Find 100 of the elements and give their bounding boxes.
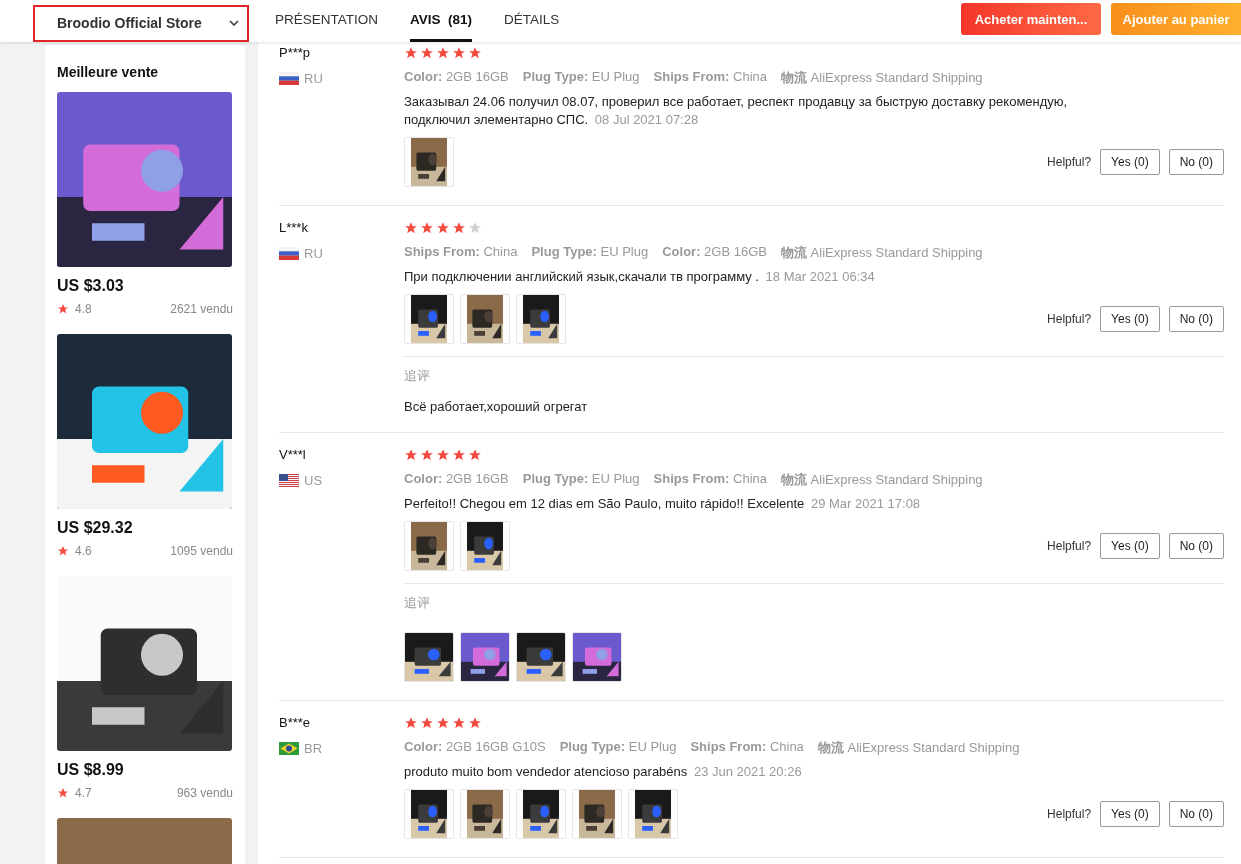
- helpful-label: Helpful?: [1047, 155, 1092, 169]
- no-button[interactable]: No (0): [1168, 801, 1224, 827]
- sidebar-title: Meilleure vente: [57, 64, 160, 80]
- star-icon: [468, 448, 482, 462]
- chevron-down-icon: [229, 20, 239, 26]
- attribute-text: 物流 AliExpress Standard Shipping: [781, 471, 983, 489]
- sold-count: 2621 vendu: [170, 302, 233, 316]
- flag-icon: [279, 742, 299, 755]
- star-icon: [452, 46, 466, 60]
- star-icon: [404, 46, 418, 60]
- no-button[interactable]: No (0): [1168, 149, 1224, 175]
- photo-thumbnail[interactable]: [460, 521, 510, 571]
- no-button[interactable]: No (0): [1168, 306, 1224, 332]
- star-icon: [420, 716, 434, 730]
- photo-thumbnail[interactable]: [404, 632, 454, 682]
- attribute-text: Ships From: China: [653, 69, 767, 86]
- star-icon: [420, 221, 434, 235]
- flag-icon: [279, 72, 299, 85]
- yes-button[interactable]: Yes (0): [1100, 149, 1160, 175]
- review-text: produto muito bom vendedor atencioso parabéns 23 Jun 2021 20:26: [404, 763, 803, 781]
- yes-button[interactable]: Yes (0): [1100, 306, 1160, 332]
- sold-count: 963 vendu: [176, 786, 233, 800]
- attribute-text: Ships From: China: [690, 739, 804, 756]
- photo-thumbnail[interactable]: [572, 632, 622, 682]
- country-code: RU: [304, 71, 323, 86]
- star-icon: [57, 303, 69, 315]
- yes-button[interactable]: Yes (0): [1100, 801, 1160, 827]
- photo-thumbnail[interactable]: [572, 789, 622, 839]
- country-code: US: [304, 473, 323, 488]
- product-rating: 4.8: [75, 302, 92, 316]
- photo-thumbnail[interactable]: [516, 789, 566, 839]
- store-selector[interactable]: Broodio Official Store: [33, 4, 249, 42]
- no-button[interactable]: No (0): [1168, 533, 1224, 559]
- attribute-text: 物流 AliExpress Standard Shipping: [781, 69, 983, 87]
- product-rating: 4.7: [75, 786, 92, 800]
- attribute-text: Color: 2GB 16GB: [404, 471, 509, 488]
- star-icon: [452, 716, 466, 730]
- product-price: US $8.99: [57, 761, 125, 779]
- attribute-text: 物流 AliExpress Standard Shipping: [817, 739, 1020, 757]
- star-icon: [57, 545, 69, 557]
- flag-icon: [279, 474, 299, 487]
- attribute-text: Color: 2GB 16GB G10S: [404, 739, 546, 756]
- photo-thumbnail[interactable]: [404, 294, 454, 344]
- review-text: Perfeito!! Chegou em 12 dias em São Paulo, muito rápido!! Excelente 29 Mar 2021 17:08: [404, 495, 922, 513]
- star-icon: [436, 448, 450, 462]
- photo-thumbnail[interactable]: [460, 294, 510, 344]
- star-icon: [404, 716, 418, 730]
- buy-now-button[interactable]: Acheter mainten...: [961, 3, 1101, 35]
- star-icon: [436, 46, 450, 60]
- reviewer-name: L***k: [279, 220, 309, 237]
- reviewer-name: P***p: [279, 45, 312, 62]
- photo-thumbnail[interactable]: [404, 137, 454, 187]
- photo-thumbnail[interactable]: [628, 789, 678, 839]
- photo-thumbnail[interactable]: [460, 789, 510, 839]
- helpful-label: Helpful?: [1047, 807, 1092, 821]
- followup-label: 追评: [404, 594, 431, 612]
- review-text: При подключении английский язык,скачали тв программу . 18 Mar 2021 06:34: [404, 268, 876, 286]
- sold-count: 1095 vendu: [170, 544, 233, 558]
- star-icon: [436, 716, 450, 730]
- country-code: BR: [304, 741, 323, 756]
- attribute-text: Color: 2GB 16GB: [662, 244, 767, 261]
- star-icon: [404, 448, 418, 462]
- photo-thumbnail[interactable]: [404, 521, 454, 571]
- product-price: US $3.03: [57, 277, 125, 295]
- star-icon: [420, 448, 434, 462]
- product-rating: 4.6: [75, 544, 92, 558]
- star-icon: [468, 221, 482, 235]
- country-code: RU: [304, 246, 323, 261]
- attribute-text: Ships From: China: [653, 471, 767, 488]
- attribute-text: Ships From: China: [404, 244, 518, 261]
- star-icon: [420, 46, 434, 60]
- reviewer-name: B***e: [279, 715, 312, 732]
- star-icon: [436, 221, 450, 235]
- star-icon: [468, 716, 482, 730]
- attribute-text: Plug Type: EU Plug: [531, 244, 649, 261]
- yes-button[interactable]: Yes (0): [1100, 533, 1160, 559]
- attribute-text: 物流 AliExpress Standard Shipping: [781, 244, 983, 262]
- followup-text: Всё работает,хороший огрегат: [404, 399, 589, 414]
- reviewer-name: V***l: [279, 447, 307, 464]
- photo-thumbnail[interactable]: [460, 632, 510, 682]
- helpful-label: Helpful?: [1047, 539, 1092, 553]
- star-icon: [452, 448, 466, 462]
- star-icon: [57, 787, 69, 799]
- photo-thumbnail[interactable]: [404, 789, 454, 839]
- star-icon: [452, 221, 466, 235]
- photo-thumbnail[interactable]: [516, 632, 566, 682]
- star-icon: [468, 46, 482, 60]
- photo-thumbnail[interactable]: [516, 294, 566, 344]
- followup-label: 追评: [404, 367, 431, 385]
- star-icon: [404, 221, 418, 235]
- flag-icon: [279, 247, 299, 260]
- attribute-text: Plug Type: EU Plug: [522, 69, 640, 86]
- tab[interactable]: DÉTAILS: [504, 0, 560, 42]
- tab[interactable]: PRÉSENTATION: [275, 0, 378, 42]
- product-price: US $29.32: [57, 519, 134, 537]
- review-text: Заказывал 24.06 получил 08.07, проверил все работает, респект продавцу за быструю доставку рекомендую, подключил элементарно СПС. 08 Jul 2021 07:28: [404, 93, 1069, 129]
- attribute-text: Plug Type: EU Plug: [522, 471, 640, 488]
- attribute-text: Color: 2GB 16GB: [404, 69, 509, 86]
- helpful-label: Helpful?: [1047, 312, 1092, 326]
- attribute-text: Plug Type: EU Plug: [559, 739, 677, 756]
